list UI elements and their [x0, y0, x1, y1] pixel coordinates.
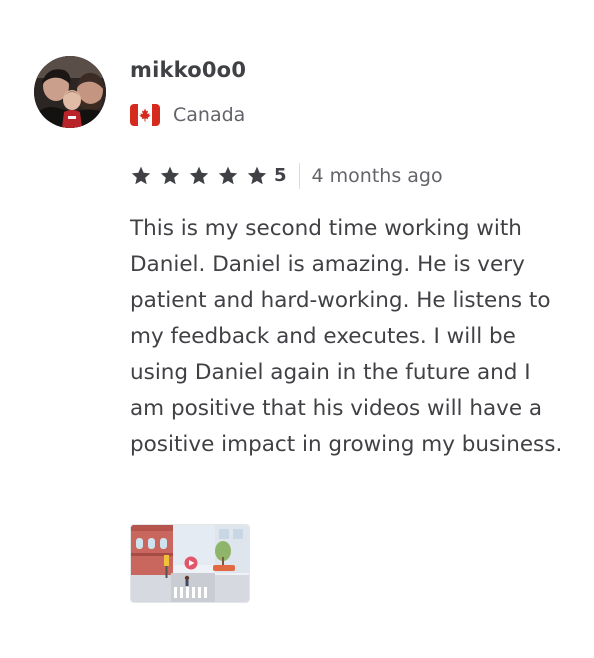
divider [298, 163, 300, 189]
star-icon [130, 165, 152, 187]
review-text: This is my second time working with Dani… [130, 216, 563, 457]
username[interactable]: mikko0o0 [130, 56, 246, 84]
star-icon [246, 165, 268, 187]
country-name: Canada [173, 104, 246, 126]
canada-flag-icon [130, 104, 160, 126]
star-icon [217, 165, 239, 187]
rating-row: 5 4 months ago [130, 161, 443, 191]
rating-score: 5 [274, 165, 287, 186]
star-rating [130, 165, 275, 187]
avatar-photo [34, 56, 106, 128]
review-card: mikko0o0 Canada 5 4 months ago This is m… [0, 0, 594, 658]
review-time: 4 months ago [311, 165, 443, 187]
country-row: Canada [130, 101, 245, 129]
avatar[interactable] [34, 56, 106, 128]
star-icon [159, 165, 181, 187]
video-attachment-thumbnail[interactable] [130, 524, 250, 603]
star-icon [188, 165, 210, 187]
